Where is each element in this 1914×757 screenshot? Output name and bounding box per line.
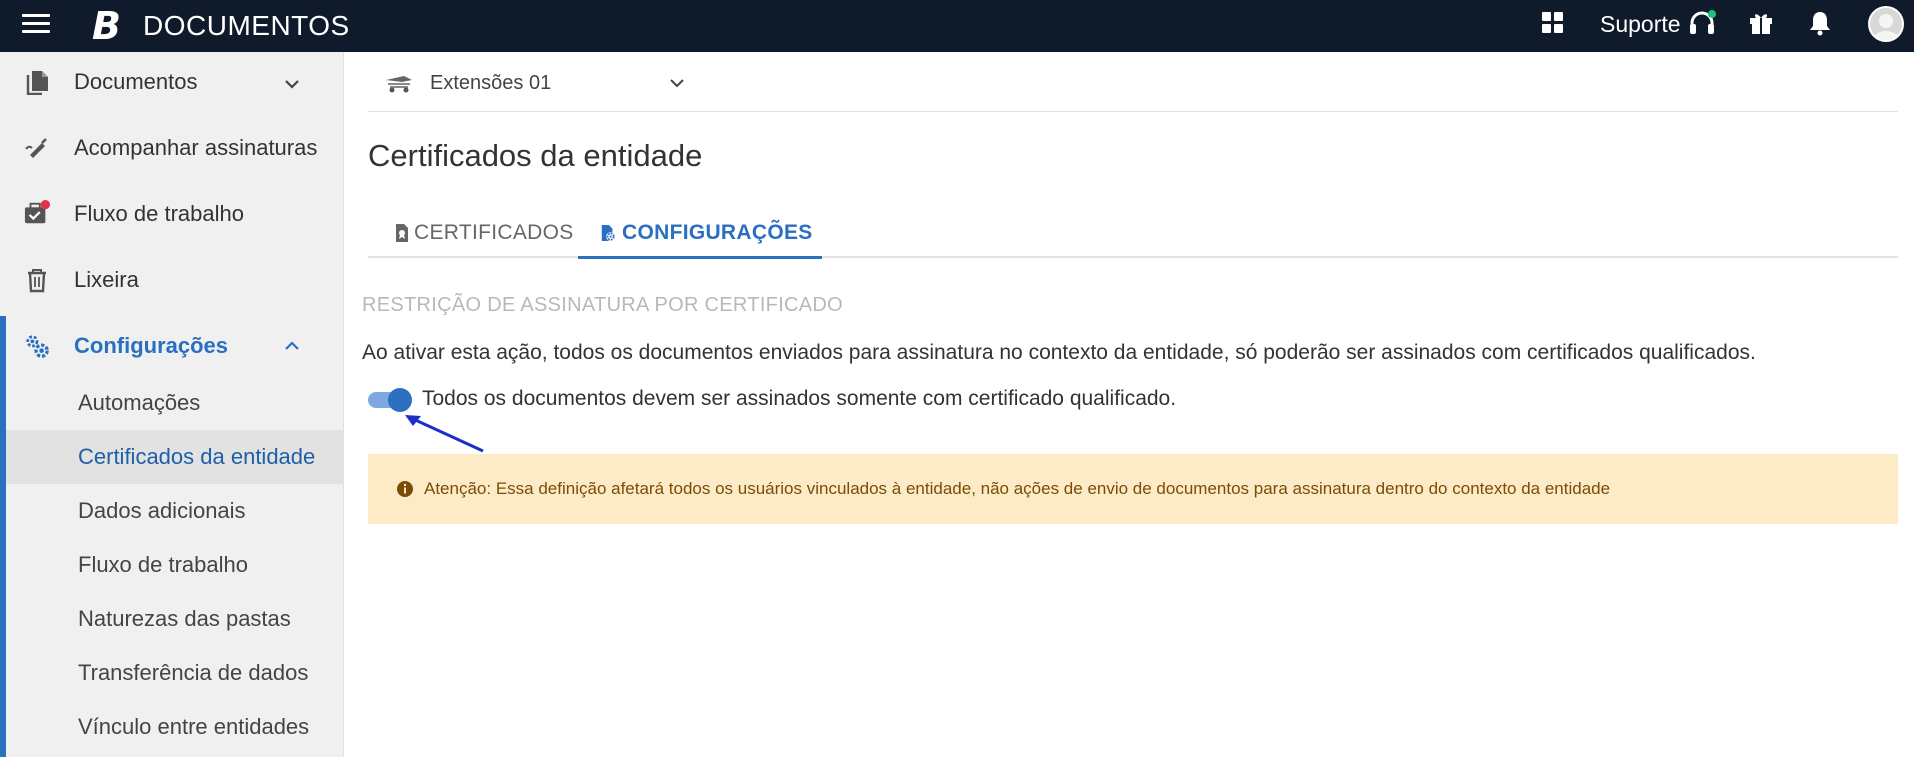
signature-pen-icon xyxy=(25,138,47,158)
sidebar-item-label: Configurações xyxy=(74,333,229,358)
tab-configuracoes[interactable]: CONFIGURAÇÕES xyxy=(578,206,822,259)
sidebar-subitem-label: Naturezas das pastas xyxy=(78,606,291,631)
avatar[interactable] xyxy=(1868,6,1904,42)
page-title: Certificados da entidade xyxy=(368,138,703,173)
app-logo[interactable]: B xyxy=(92,4,121,48)
sidebar: Documentos Acompanhar assinaturas Fluxo … xyxy=(0,52,344,757)
sidebar-subitem-vinculo-entre-entidades[interactable]: Vínculo entre entidades xyxy=(6,700,344,754)
headset-icon[interactable] xyxy=(1688,10,1716,38)
sidebar-subitem-label: Fluxo de trabalho xyxy=(78,552,248,577)
apps-grid-icon[interactable] xyxy=(1542,12,1564,34)
config-group: Configurações Automações Certificados da… xyxy=(0,316,344,757)
briefcase-check-icon xyxy=(24,200,50,224)
tab-label: CERTIFICADOS xyxy=(414,221,574,244)
sidebar-subitem-label: Vínculo entre entidades xyxy=(78,714,310,739)
sidebar-item-label: Fluxo de trabalho xyxy=(74,201,244,226)
gears-icon xyxy=(26,335,49,358)
chevron-up-icon xyxy=(285,341,299,350)
trash-icon xyxy=(28,269,46,293)
sidebar-subitem-label: Certificados da entidade xyxy=(78,444,316,469)
alert-text: Atenção: Essa definição afetará todos os… xyxy=(424,479,1611,498)
tab-certificados[interactable]: CERTIFICADOS xyxy=(392,206,573,258)
annotation-arrow-icon xyxy=(405,415,484,453)
sidebar-item-label: Documentos xyxy=(74,69,198,94)
top-bar: B DOCUMENTOS Suporte xyxy=(0,0,1914,52)
sidebar-item-lixeira[interactable]: Lixeira xyxy=(0,250,344,310)
file-settings-icon xyxy=(601,225,616,241)
sidebar-subitem-label: Automações xyxy=(78,390,201,415)
sidebar-item-label: Lixeira xyxy=(74,267,139,292)
app-title: DOCUMENTOS xyxy=(143,10,350,41)
toggle-knob xyxy=(388,388,412,412)
file-certificate-icon xyxy=(396,224,408,242)
menu-icon[interactable] xyxy=(22,14,50,36)
entity-name: Extensões 01 xyxy=(430,72,552,94)
sidebar-item-fluxo-de-trabalho[interactable]: Fluxo de trabalho xyxy=(0,184,344,244)
qualified-certificate-toggle[interactable] xyxy=(368,388,412,412)
chevron-down-icon xyxy=(670,79,684,88)
sidebar-item-configuracoes[interactable]: Configurações xyxy=(0,316,344,376)
toggle-label: Todos os documentos devem ser assinados … xyxy=(422,387,1177,410)
section-description: Ao ativar esta ação, todos os documentos… xyxy=(362,341,1756,364)
documents-icon xyxy=(26,71,48,95)
warning-alert: Atenção: Essa definição afetará todos os… xyxy=(368,454,1898,524)
sidebar-subitem-naturezas-das-pastas[interactable]: Naturezas das pastas xyxy=(6,592,344,646)
info-icon xyxy=(397,481,413,497)
sidebar-subitem-automacoes[interactable]: Automações xyxy=(6,376,344,430)
sidebar-subitem-label: Dados adicionais xyxy=(78,498,246,523)
sidebar-subitem-certificados-da-entidade[interactable]: Certificados da entidade xyxy=(6,430,344,484)
chevron-down-icon xyxy=(285,80,299,89)
sidebar-subitem-dados-adicionais[interactable]: Dados adicionais xyxy=(6,484,344,538)
tab-label: CONFIGURAÇÕES xyxy=(622,221,813,244)
sidebar-subitem-label: Transferência de dados xyxy=(78,660,309,685)
support-link[interactable]: Suporte xyxy=(1600,10,1681,38)
sidebar-subitem-transferencia-de-dados[interactable]: Transferência de dados xyxy=(6,646,344,700)
entity-selector[interactable]: Extensões 01 xyxy=(384,62,684,106)
bell-icon[interactable] xyxy=(1808,10,1832,36)
divider xyxy=(368,111,1898,112)
user-silhouette-icon xyxy=(1873,14,1899,40)
sidebar-subitem-fluxo-de-trabalho[interactable]: Fluxo de trabalho xyxy=(6,538,344,592)
sidebar-item-acompanhar-assinaturas[interactable]: Acompanhar assinaturas xyxy=(0,118,344,178)
gift-icon[interactable] xyxy=(1748,10,1774,36)
tabs: CERTIFICADOS CONFIGURAÇÕES xyxy=(368,206,1898,259)
main-content: Extensões 01 Certificados da entidade CE… xyxy=(344,52,1914,757)
sidebar-item-label: Acompanhar assinaturas xyxy=(74,135,318,160)
section-heading: RESTRIÇÃO DE ASSINATURA POR CERTIFICADO xyxy=(362,294,844,316)
sidebar-item-documentos[interactable]: Documentos xyxy=(0,52,344,112)
entity-logo-icon xyxy=(386,76,412,93)
